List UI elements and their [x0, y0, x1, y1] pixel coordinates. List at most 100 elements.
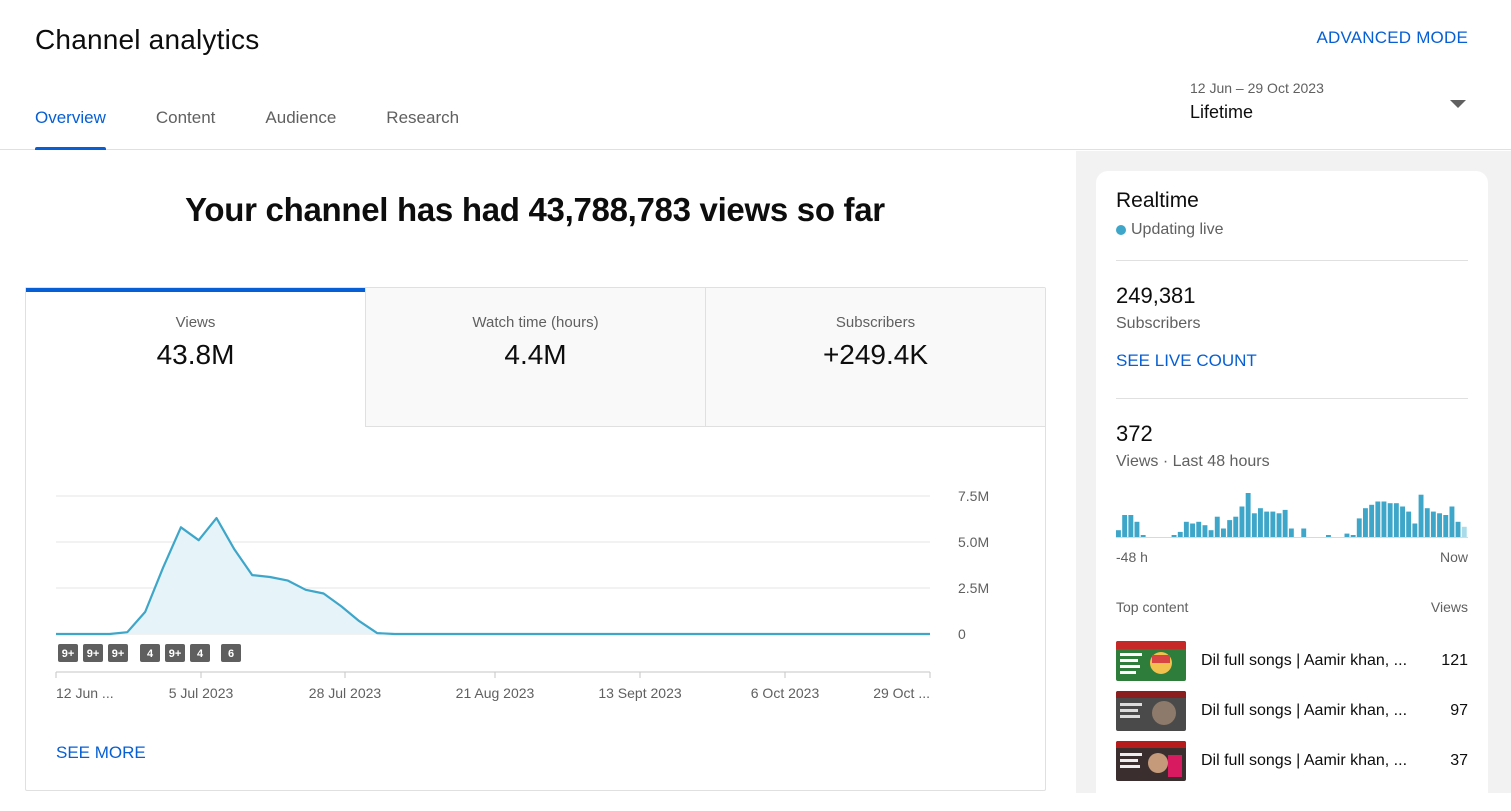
event-marker: 9+ — [108, 644, 128, 662]
realtime-views-label: Views · Last 48 hours — [1116, 453, 1270, 470]
x-tick-label: 29 Oct ... — [873, 685, 930, 701]
video-title: Dil full songs | Aamir khan, ... — [1201, 752, 1408, 769]
tab-content[interactable]: Content — [156, 96, 216, 150]
date-range-label: Lifetime — [1190, 102, 1254, 122]
realtime-bar — [1227, 520, 1233, 537]
thumbnail-image — [1116, 691, 1186, 731]
video-views: 121 — [1441, 652, 1468, 669]
x-tick-label: 5 Jul 2023 — [169, 685, 234, 701]
realtime-bar — [1208, 530, 1214, 537]
tab-research[interactable]: Research — [386, 96, 459, 150]
realtime-bar — [1406, 511, 1412, 537]
metric-value: 4.4M — [504, 339, 567, 370]
top-content-item[interactable]: Dil full songs | Aamir khan, ... 37 — [1116, 741, 1468, 783]
realtime-bar — [1363, 508, 1368, 537]
tab-overview[interactable]: Overview — [35, 96, 106, 150]
event-marker: 9+ — [58, 644, 78, 662]
metric-label: Views — [175, 314, 216, 331]
chevron-down-icon[interactable] — [1450, 100, 1466, 108]
realtime-bar — [1202, 525, 1208, 537]
realtime-bar — [1190, 523, 1195, 537]
x-tick-label: 13 Sept 2023 — [598, 685, 682, 701]
video-thumbnail[interactable] — [1116, 741, 1186, 781]
x-tick-label: 12 Jun ... — [56, 685, 114, 701]
realtime-bar — [1424, 508, 1430, 537]
realtime-bar — [1128, 515, 1134, 537]
realtime-bar — [1381, 501, 1387, 537]
top-content-item[interactable]: Dil full songs | Aamir khan, ... 97 — [1116, 691, 1468, 733]
realtime-bar — [1276, 513, 1282, 537]
advanced-mode-button[interactable]: ADVANCED MODE — [1316, 28, 1468, 48]
realtime-axis-start: -48 h — [1116, 549, 1148, 565]
event-marker-label: 6 — [228, 648, 234, 660]
see-live-count-button[interactable]: SEE LIVE COUNT — [1116, 351, 1257, 371]
metric-tab-views[interactable]: Views 43.8M — [26, 288, 365, 427]
y-tick-label: 7.5M — [958, 488, 989, 504]
realtime-bar — [1288, 528, 1294, 537]
realtime-card: Realtime Updating live 249,381 Subscribe… — [1096, 171, 1488, 811]
page-title: Channel analytics — [35, 24, 260, 55]
event-marker-label: 9+ — [169, 648, 182, 660]
realtime-bar — [1171, 535, 1177, 537]
event-marker-label: 9+ — [112, 648, 125, 660]
event-marker: 6 — [221, 644, 241, 662]
event-marker: 9+ — [83, 644, 103, 662]
metric-tab-watch-time[interactable]: Watch time (hours) 4.4M — [365, 288, 705, 427]
realtime-panel: Realtime Updating live 249,381 Subscribe… — [1076, 151, 1511, 811]
realtime-bar — [1282, 509, 1288, 537]
realtime-bar — [1258, 508, 1263, 537]
tab-bar: Overview Content Audience Research — [35, 96, 509, 150]
event-marker: 9+ — [165, 644, 185, 662]
event-marker: 4 — [190, 644, 210, 662]
x-tick-label: 21 Aug 2023 — [456, 685, 535, 701]
realtime-bar — [1437, 513, 1442, 537]
realtime-bar — [1251, 513, 1257, 537]
realtime-bar-chart — [1116, 493, 1468, 538]
views-headline: Your channel has had 43,788,783 views so… — [185, 191, 885, 228]
realtime-bar — [1461, 526, 1467, 537]
realtime-bar — [1356, 518, 1362, 537]
subscriber-count: 249,381 — [1116, 283, 1196, 308]
realtime-bar — [1400, 506, 1405, 537]
y-tick-label: 5.0M — [958, 534, 989, 550]
video-title: Dil full songs | Aamir khan, ... — [1201, 652, 1408, 669]
video-title: Dil full songs | Aamir khan, ... — [1201, 702, 1408, 719]
tab-audience[interactable]: Audience — [265, 96, 336, 150]
live-dot-icon — [1116, 225, 1126, 235]
metric-label: Subscribers — [835, 314, 916, 331]
video-views: 97 — [1450, 702, 1468, 719]
realtime-bar — [1245, 493, 1251, 537]
video-thumbnail[interactable] — [1116, 691, 1186, 731]
divider — [1116, 398, 1468, 399]
date-range-picker[interactable]: 12 Jun – 29 Oct 2023 Lifetime — [1190, 80, 1472, 130]
realtime-bar — [1369, 504, 1375, 537]
divider — [1116, 260, 1468, 261]
event-marker-label: 9+ — [87, 648, 100, 660]
realtime-bar — [1418, 494, 1424, 537]
metrics-card: Views 43.8M Watch time (hours) 4.4M Subs… — [25, 287, 1046, 791]
event-marker-label: 4 — [197, 648, 204, 660]
realtime-title: Realtime — [1116, 189, 1199, 212]
see-more-button[interactable]: SEE MORE — [56, 743, 146, 763]
event-marker-label: 9+ — [62, 648, 75, 660]
overview-main: Your channel has had 43,788,783 views so… — [0, 151, 1076, 793]
top-content-header: Top content Views — [1116, 599, 1468, 615]
realtime-bar — [1375, 501, 1381, 537]
realtime-bar — [1233, 516, 1239, 537]
metric-value: 43.8M — [156, 339, 235, 370]
realtime-bar — [1301, 528, 1307, 537]
video-views: 37 — [1450, 752, 1468, 769]
thumbnail-image — [1116, 641, 1186, 681]
event-marker: 4 — [140, 644, 160, 662]
metric-tab-subscribers[interactable]: Subscribers +249.4K — [705, 288, 1045, 427]
event-marker-label: 4 — [147, 648, 154, 660]
subscriber-label: Subscribers — [1116, 315, 1201, 332]
y-tick-label: 0 — [958, 626, 966, 642]
live-status-text: Updating live — [1131, 221, 1224, 238]
top-content-item[interactable]: Dil full songs | Aamir khan, ... 121 — [1116, 641, 1468, 683]
realtime-bar — [1264, 511, 1270, 537]
y-tick-label: 2.5M — [958, 580, 989, 596]
realtime-bar — [1393, 503, 1399, 537]
header: Channel analytics ADVANCED MODE Overview… — [0, 0, 1511, 150]
video-thumbnail[interactable] — [1116, 641, 1186, 681]
